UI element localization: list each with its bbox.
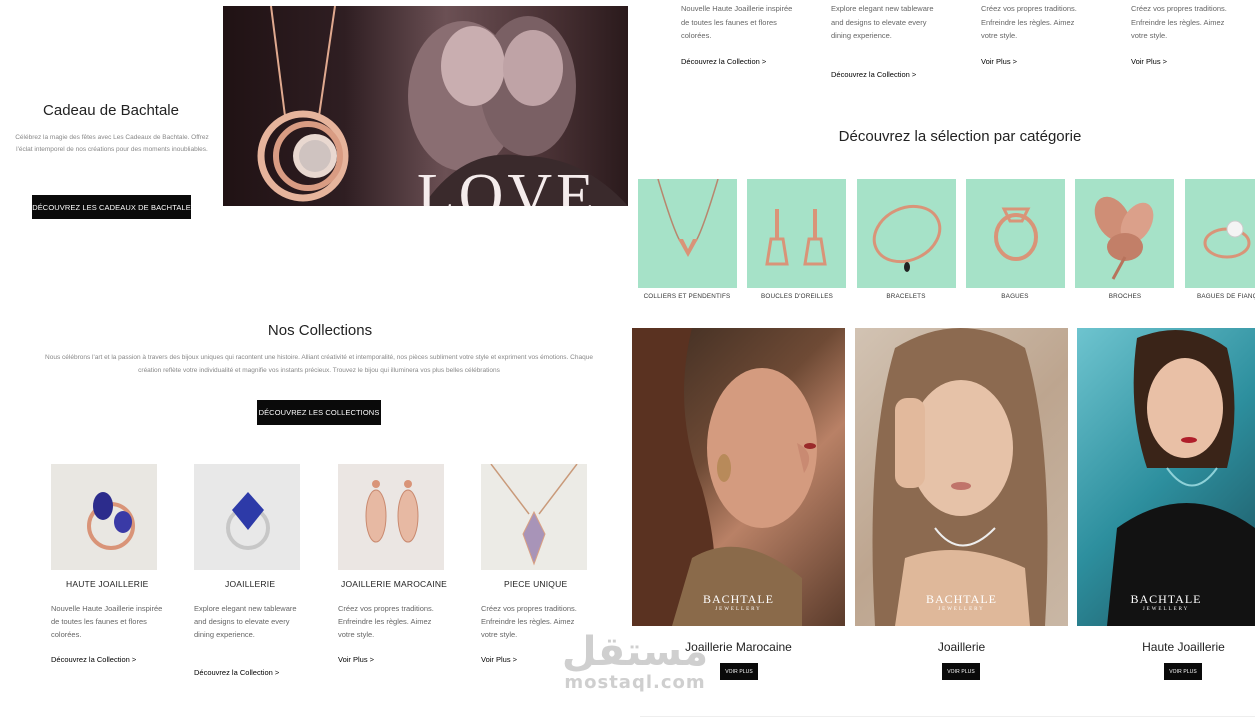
bottom-divider xyxy=(640,716,1255,717)
model-photo-marocaine[interactable]: BACHTALE JEWELLERY xyxy=(632,328,845,626)
category-label[interactable]: BROCHES xyxy=(1070,293,1180,300)
category-tile-brooches[interactable] xyxy=(1075,179,1174,288)
top-column-desc: Créez vos propres traditions. Enfreindre… xyxy=(1131,4,1227,40)
card-link-voir-plus[interactable]: Voir Plus > xyxy=(481,655,517,664)
top-column-desc: Explore elegant new tableware and design… xyxy=(831,4,934,40)
haute-joaillerie-image[interactable] xyxy=(51,464,157,570)
category-label[interactable]: BRACELETS xyxy=(851,293,961,300)
brooch-flower-icon xyxy=(1094,196,1154,280)
collections-description: Nous célébrons l'art et la passion à tra… xyxy=(45,354,593,374)
card-link-discover[interactable]: Découvrez la Collection > xyxy=(51,655,136,664)
card-link-voir-plus[interactable]: Voir Plus > xyxy=(338,655,374,664)
top-column-link[interactable]: Découvrez la Collection > xyxy=(831,70,916,79)
category-section-title: Découvrez la sélection par catégorie xyxy=(838,128,1082,145)
card-title-haute-joaillerie: HAUTE JOAILLERIE xyxy=(66,579,149,589)
necklace-icon xyxy=(657,179,719,257)
card-title-joaillerie-marocaine: JOAILLERIE MAROCAINE xyxy=(341,579,448,589)
model-title-haute-joaillerie: Haute Joaillerie xyxy=(1142,640,1225,654)
category-tile-necklaces[interactable] xyxy=(638,179,737,288)
model-photo-joaillerie[interactable]: BACHTALE JEWELLERY xyxy=(855,328,1068,626)
card-desc: Créez vos propres traditions. Enfreindre… xyxy=(338,604,434,639)
top-column-link[interactable]: Voir Plus > xyxy=(981,57,1017,66)
woman-portrait-illustration xyxy=(872,328,1048,626)
top-column-desc: Nouvelle Haute Joaillerie inspirée de to… xyxy=(681,4,793,40)
model-title-joaillerie: Joaillerie xyxy=(937,640,986,654)
woman-portrait-illustration xyxy=(632,328,817,626)
card-link-discover[interactable]: Découvrez la Collection > xyxy=(194,668,279,677)
hero-love-text: LOVE xyxy=(416,162,598,206)
voir-plus-button[interactable]: VOIR PLUS xyxy=(942,663,980,680)
collections-title: Nos Collections xyxy=(267,322,373,339)
engagement-ring-icon xyxy=(1203,220,1251,259)
brand-logo: BACHTALE JEWELLERY xyxy=(1130,592,1202,612)
top-column-desc: Créez vos propres traditions. Enfreindre… xyxy=(981,4,1077,40)
discover-collections-button[interactable]: DÉCOUVREZ LES COLLECTIONS xyxy=(257,400,381,425)
piece-unique-image[interactable] xyxy=(481,464,587,570)
watermark-arabic: مستقل xyxy=(561,629,709,675)
category-label[interactable]: BOUCLES D'OREILLES xyxy=(742,293,852,300)
model-photo-haute-joaillerie[interactable]: BACHTALE JEWELLERY xyxy=(1077,328,1255,626)
category-label[interactable]: COLLIERS ET PENDENTIFS xyxy=(632,293,742,300)
discover-gifts-button[interactable]: DÉCOUVREZ LES CADEAUX DE BACHTALE xyxy=(32,195,191,219)
bracelet-icon xyxy=(872,204,942,272)
woman-portrait-illustration xyxy=(1107,330,1255,626)
category-tile-earrings[interactable] xyxy=(747,179,846,288)
category-tile-engagement-rings[interactable] xyxy=(1185,179,1255,288)
hero-image: LOVE xyxy=(223,6,628,206)
gift-title: Cadeau de Bachtale xyxy=(43,102,179,119)
voir-plus-button[interactable]: VOIR PLUS xyxy=(1164,663,1202,680)
sapphire-ring-icon xyxy=(226,492,270,550)
voir-plus-button[interactable]: VOIR PLUS xyxy=(720,663,758,680)
top-column-link[interactable]: Découvrez la Collection > xyxy=(681,57,766,66)
brand-logo: BACHTALE JEWELLERY xyxy=(925,592,998,612)
pendant-necklace-icon xyxy=(490,464,578,566)
joaillerie-image[interactable] xyxy=(194,464,300,570)
top-column-link[interactable]: Voir Plus > xyxy=(1131,57,1167,66)
card-desc: Explore elegant new tableware and design… xyxy=(194,604,297,639)
earrings-icon xyxy=(365,480,419,543)
category-tile-rings[interactable] xyxy=(966,179,1065,288)
category-tile-bracelets[interactable] xyxy=(857,179,956,288)
joaillerie-marocaine-image[interactable] xyxy=(338,464,444,570)
card-title-piece-unique: PIECE UNIQUE xyxy=(504,579,568,589)
ring-icon xyxy=(994,207,1038,261)
card-desc: Nouvelle Haute Joaillerie inspirée de to… xyxy=(51,604,163,639)
ring-tanzanite-icon xyxy=(87,492,135,550)
earring-icon xyxy=(765,209,827,266)
category-label[interactable]: BAGUES xyxy=(960,293,1070,300)
brand-logo: BACHTALE JEWELLERY xyxy=(702,592,775,612)
mostaql-watermark: مستقل mostaql.com xyxy=(550,632,720,693)
watermark-latin: mostaql.com xyxy=(564,672,706,693)
category-label[interactable]: BAGUES DE FIANÇAILLES xyxy=(1179,293,1255,300)
gift-description: Célébrez la magie des fêtes avec Les Cad… xyxy=(15,134,209,153)
